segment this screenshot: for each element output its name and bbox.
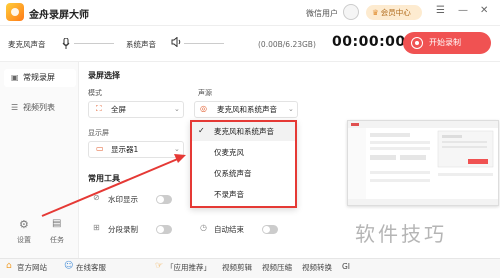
recommend-icon: ☞ [155,261,164,271]
footer-link-support[interactable]: 在线客服 [76,262,106,273]
footer-link-video-convert[interactable]: 视频转换 [302,262,332,273]
footer-link-video-edit[interactable]: 视频剪辑 [222,262,252,273]
footer-link-more[interactable]: GI [342,262,350,271]
watermark-text: 软件技巧 [355,222,447,246]
chat-icon: ☺ [64,261,74,271]
footer-link-video-compress[interactable]: 视频压缩 [262,262,292,273]
home-icon: ⌂ [6,261,12,271]
footer-link-website[interactable]: 官方网站 [17,262,47,273]
footer-app-recommend: 「应用推荐」 [166,263,211,272]
